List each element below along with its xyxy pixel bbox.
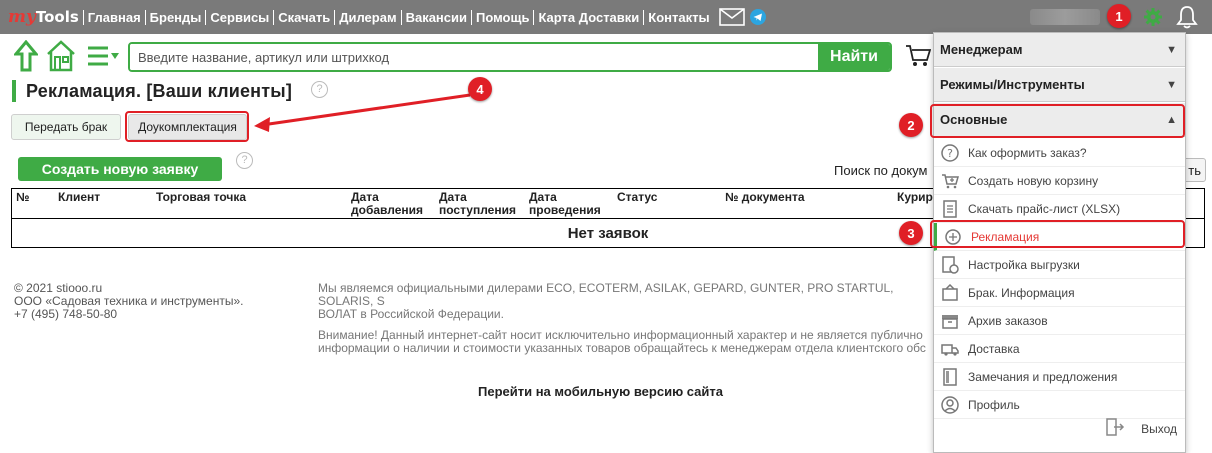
annotation-arrow — [254, 93, 471, 132]
annotation-badge-2: 2 — [899, 113, 923, 137]
annotation-badge-1: 1 — [1107, 4, 1131, 28]
annotation-badge-3: 3 — [899, 221, 923, 245]
annotation-badge-4: 4 — [468, 77, 492, 101]
